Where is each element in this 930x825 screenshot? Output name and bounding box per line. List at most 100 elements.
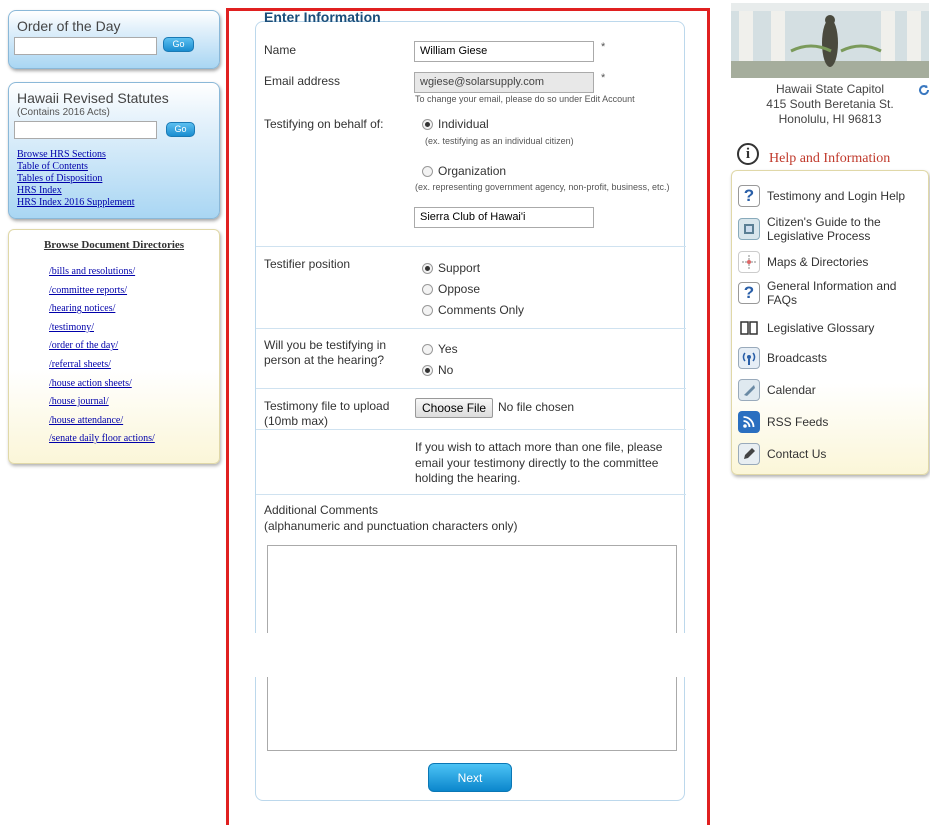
hrs-subtitle: (Contains 2016 Acts) [17, 107, 110, 118]
row-divider [256, 388, 686, 389]
file-label: Testimony file to upload (10mb max) [264, 399, 390, 428]
individual-radio[interactable] [422, 119, 433, 130]
email-input: wgiese@solarsupply.com [414, 72, 594, 93]
row-divider [256, 494, 686, 495]
email-label: Email address [264, 74, 341, 88]
organization-label: Organization [438, 164, 507, 178]
help-title: Help and Information [769, 151, 891, 166]
help-item-testimony[interactable]: ? Testimony and Login Help [738, 185, 905, 207]
help-item-label: Maps & Directories [767, 255, 869, 269]
dir-link[interactable]: /bills and resolutions/ [49, 263, 219, 282]
name-label: Name [264, 43, 297, 57]
organization-input[interactable]: Sierra Club of Hawai'i [414, 207, 594, 228]
pen-icon [738, 443, 760, 465]
in-person-label: Will you be testifying in person at the … [264, 338, 387, 367]
file-note: If you wish to attach more than one file… [415, 440, 663, 485]
dir-link[interactable]: /house attendance/ [49, 412, 219, 431]
help-item-general-info[interactable]: ? General Information and FAQs [738, 279, 928, 307]
directories-list: /bills and resolutions/ /committee repor… [49, 263, 219, 449]
help-box: ? Testimony and Login Help Citizen's Gui… [731, 170, 929, 475]
help-item-rss[interactable]: RSS Feeds [738, 411, 828, 433]
hrs-search-input[interactable] [14, 121, 157, 139]
in-person-no-label: No [438, 363, 454, 377]
blank-band [251, 633, 691, 677]
help-item-label: Legislative Glossary [767, 321, 875, 335]
help-item-label: Broadcasts [767, 351, 828, 365]
next-button[interactable]: Next [428, 763, 512, 792]
name-input[interactable]: William Giese [414, 41, 594, 62]
individual-note: (ex. testifying as an individual citizen… [425, 136, 574, 146]
capitol-photo [731, 3, 929, 78]
email-required-mark: * [601, 72, 606, 84]
map-icon [738, 251, 760, 273]
info-icon: i [737, 143, 759, 165]
hrs-link-disposition[interactable]: Tables of Disposition [17, 173, 135, 185]
help-item-label: General Information and FAQs [767, 279, 897, 307]
dir-link[interactable]: /hearing notices/ [49, 300, 219, 319]
refresh-icon[interactable] [918, 83, 930, 96]
help-item-label: Contact Us [767, 447, 827, 461]
rss-icon [738, 411, 760, 433]
behalf-label: Testifying on behalf of: [264, 117, 384, 131]
calendar-icon [738, 379, 760, 401]
organization-note: (ex. representing government agency, non… [415, 182, 670, 192]
in-person-yes-radio[interactable] [422, 344, 433, 355]
help-item-glossary[interactable]: Legislative Glossary [738, 317, 874, 339]
in-person-yes-label: Yes [438, 342, 458, 356]
name-required-mark: * [601, 41, 606, 53]
order-of-day-title: Order of the Day [17, 18, 121, 34]
support-radio[interactable] [422, 263, 433, 274]
support-label: Support [438, 261, 481, 275]
position-label: Testifier position [264, 257, 351, 271]
comments-only-label: Comments Only [438, 303, 525, 317]
hrs-box: Hawaii Revised Statutes (Contains 2016 A… [8, 82, 220, 219]
dir-link[interactable]: /house action sheets/ [49, 375, 219, 394]
form-frame: Enter Information Name William Giese * E… [226, 8, 710, 825]
organization-radio[interactable] [422, 166, 433, 177]
help-item-maps[interactable]: Maps & Directories [738, 251, 868, 273]
address-line: Hawaii State Capitol [775, 82, 885, 96]
help-item-contact[interactable]: Contact Us [738, 443, 826, 465]
dir-link[interactable]: /order of the day/ [49, 337, 219, 356]
help-item-citizens-guide[interactable]: Citizen's Guide to the Legislative Proce… [738, 215, 918, 243]
dir-link[interactable]: /senate daily floor actions/ [49, 430, 219, 449]
hrs-link-toc[interactable]: Table of Contents [17, 161, 135, 173]
help-item-label: Testimony and Login Help [767, 189, 906, 203]
dir-link[interactable]: /testimony/ [49, 319, 219, 338]
individual-label: Individual [438, 117, 489, 131]
comments-only-radio[interactable] [422, 305, 433, 316]
dir-link[interactable]: /referral sheets/ [49, 356, 219, 375]
email-note: To change your email, please do so under… [415, 94, 635, 104]
hrs-title: Hawaii Revised Statutes [17, 90, 169, 106]
hrs-link-browse[interactable]: Browse HRS Sections [17, 149, 135, 161]
broadcast-icon [738, 347, 760, 369]
hrs-link-index[interactable]: HRS Index [17, 185, 135, 197]
dir-link[interactable]: /committee reports/ [49, 282, 219, 301]
row-divider [256, 246, 686, 247]
oppose-radio[interactable] [422, 284, 433, 295]
directories-title: Browse Document Directories [43, 239, 185, 251]
capitol-address: Hawaii State Capitol 415 South Beretania… [740, 82, 920, 127]
order-of-day-go-button[interactable]: Go [163, 37, 194, 52]
help-item-label: RSS Feeds [767, 415, 829, 429]
choose-file-button[interactable]: Choose File [415, 398, 494, 418]
oppose-label: Oppose [438, 282, 481, 296]
row-divider [256, 328, 686, 329]
question-icon: ? [738, 185, 760, 207]
address-line: 415 South Beretania St. [766, 97, 894, 111]
help-item-label: Citizen's Guide to the Legislative Proce… [767, 215, 881, 243]
book-icon [738, 218, 760, 240]
hrs-go-button[interactable]: Go [166, 122, 195, 137]
help-item-calendar[interactable]: Calendar [738, 379, 816, 401]
help-item-label: Calendar [767, 383, 816, 397]
help-item-broadcasts[interactable]: Broadcasts [738, 347, 827, 369]
order-of-day-input[interactable] [14, 37, 157, 55]
hrs-link-index-supplement[interactable]: HRS Index 2016 Supplement [17, 197, 135, 209]
dir-link[interactable]: /house journal/ [49, 393, 219, 412]
row-divider [256, 429, 686, 430]
form-header: Enter Information [264, 9, 381, 25]
question-icon: ? [738, 282, 760, 304]
file-status: No file chosen [498, 400, 575, 414]
in-person-no-radio[interactable] [422, 365, 433, 376]
hrs-links: Browse HRS Sections Table of Contents Ta… [17, 149, 135, 209]
